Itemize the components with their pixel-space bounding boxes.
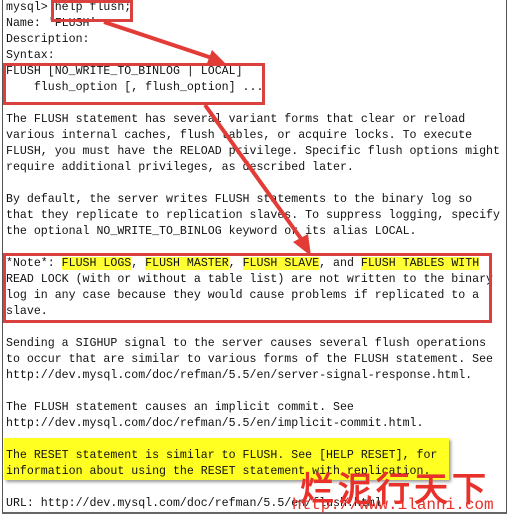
arrow-icon	[103, 20, 226, 66]
watermark-url: http://www.ilanni.com	[292, 496, 494, 514]
arrow-icon	[203, 103, 311, 256]
annotation-arrows	[103, 20, 311, 256]
